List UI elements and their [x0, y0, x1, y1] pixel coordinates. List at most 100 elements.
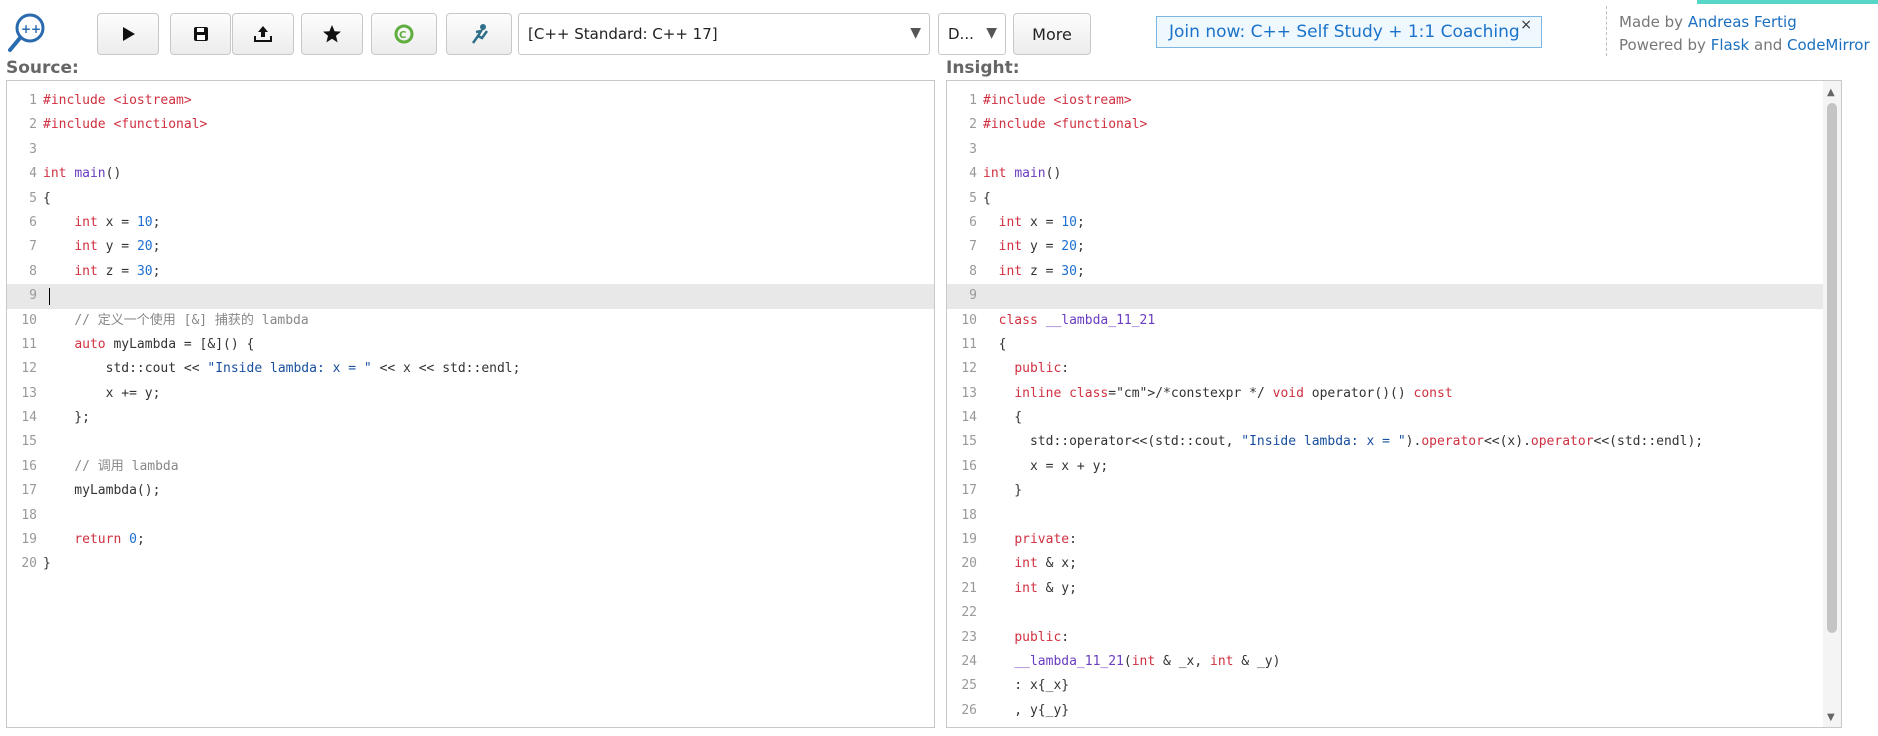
- insight-scrollbar[interactable]: ▲ ▼: [1823, 81, 1841, 727]
- insight-code[interactable]: 1 #include <iostream> 2 #include <functiona…: [947, 89, 1823, 723]
- line-number: 13: [961, 385, 977, 401]
- play-icon: [123, 27, 135, 41]
- code-line[interactable]: 17 }: [947, 479, 1823, 503]
- line-number: 4: [29, 166, 37, 182]
- line-number: 16: [961, 458, 977, 474]
- code-line[interactable]: 14 {: [947, 406, 1823, 430]
- insight-editor[interactable]: 1 #include <iostream> 2 #include <functiona…: [946, 80, 1842, 728]
- code-line[interactable]: 13 inline class="cm">/*constexpr */ void…: [947, 382, 1823, 406]
- code-line[interactable]: 16 x = x + y;: [947, 455, 1823, 479]
- code-line[interactable]: 11 {: [947, 333, 1823, 357]
- floppy-disk-icon: [193, 27, 208, 41]
- code-line[interactable]: 1 #include <iostream>: [7, 89, 934, 113]
- code-line[interactable]: 12 public:: [947, 357, 1823, 381]
- code-line[interactable]: 9: [947, 284, 1823, 309]
- author-link[interactable]: Andreas Fertig: [1688, 13, 1797, 31]
- code-line[interactable]: 7 int y = 20;: [947, 235, 1823, 259]
- code-line[interactable]: 10 class __lambda_11_21: [947, 309, 1823, 333]
- code-line[interactable]: 3: [947, 138, 1823, 162]
- code-line[interactable]: 18: [7, 504, 934, 528]
- scroll-down-arrow-icon[interactable]: ▼: [1827, 712, 1835, 723]
- favorite-button[interactable]: [301, 13, 363, 55]
- code-line[interactable]: 15 std::operator<<(std::cout, "Inside la…: [947, 430, 1823, 454]
- line-number: 4: [969, 166, 977, 182]
- line-number: 11: [21, 336, 37, 352]
- line-number: 10: [21, 312, 37, 328]
- line-number: 20: [21, 556, 37, 572]
- code-line[interactable]: 11 auto myLambda = [&]() {: [7, 333, 934, 357]
- line-number: 18: [961, 507, 977, 523]
- source-title: Source:: [6, 58, 79, 78]
- secondary-select[interactable]: D... ▼: [938, 13, 1006, 55]
- code-line[interactable]: 4 int main(): [7, 162, 934, 186]
- top-accent-bar: [1697, 0, 1878, 4]
- code-line[interactable]: 19 private:: [947, 528, 1823, 552]
- credits: Made by Andreas Fertig Powered by Flask …: [1619, 11, 1870, 57]
- powered-by-label: Powered by: [1619, 36, 1706, 54]
- line-number: 3: [969, 141, 977, 157]
- quick-bench-button[interactable]: [446, 13, 512, 55]
- line-number: 11: [961, 336, 977, 352]
- running-figure-icon: [471, 24, 489, 44]
- code-line[interactable]: 5{: [7, 187, 934, 211]
- cpp-standard-select[interactable]: [C++ Standard: C++ 17] ▼: [518, 13, 930, 55]
- save-button[interactable]: [170, 13, 231, 55]
- line-number: 8: [29, 263, 37, 279]
- code-line[interactable]: 26 , y{_y}: [947, 699, 1823, 723]
- code-line[interactable]: 22: [947, 601, 1823, 625]
- scroll-up-arrow-icon[interactable]: ▲: [1827, 87, 1835, 98]
- insight-title: Insight:: [946, 58, 1020, 78]
- code-line[interactable]: 10 // 定义一个使用 [&] 捕获的 lambda: [7, 309, 934, 333]
- line-number: 22: [961, 605, 977, 621]
- code-line[interactable]: 8 int z = 30;: [7, 260, 934, 284]
- run-button[interactable]: [97, 13, 159, 55]
- line-number: 15: [21, 434, 37, 450]
- scrollbar-thumb[interactable]: [1827, 103, 1837, 633]
- code-line[interactable]: 14 };: [7, 406, 934, 430]
- compiler-explorer-icon: C: [394, 24, 414, 44]
- promo-text[interactable]: Join now: C++ Self Study + 1:1 Coaching: [1169, 22, 1520, 42]
- line-number: 14: [21, 410, 37, 426]
- code-line[interactable]: 16 // 调用 lambda: [7, 455, 934, 479]
- flask-link[interactable]: Flask: [1711, 36, 1750, 54]
- codemirror-link[interactable]: CodeMirror: [1787, 36, 1870, 54]
- line-number: 10: [961, 312, 977, 328]
- code-line[interactable]: 1 #include <iostream>: [947, 89, 1823, 113]
- source-code[interactable]: 1 #include <iostream> 2 #include <functiona…: [7, 89, 934, 577]
- code-line[interactable]: 8 int z = 30;: [947, 260, 1823, 284]
- more-button[interactable]: More: [1013, 13, 1091, 55]
- source-editor[interactable]: 1 #include <iostream> 2 #include <functiona…: [6, 80, 935, 728]
- line-number: 1: [969, 93, 977, 108]
- line-number: 15: [961, 434, 977, 450]
- code-line[interactable]: 15: [7, 430, 934, 454]
- code-line[interactable]: 24 __lambda_11_21(int & _x, int & _y): [947, 650, 1823, 674]
- code-line[interactable]: 9: [7, 284, 934, 309]
- code-line[interactable]: 25 : x{_x}: [947, 674, 1823, 698]
- code-line[interactable]: 6 int x = 10;: [7, 211, 934, 235]
- code-line[interactable]: 2 #include <functional>: [947, 113, 1823, 137]
- promo-banner[interactable]: Join now: C++ Self Study + 1:1 Coaching …: [1156, 16, 1542, 48]
- code-line[interactable]: 19 return 0;: [7, 528, 934, 552]
- line-number: 6: [29, 214, 37, 230]
- code-line[interactable]: 13 x += y;: [7, 382, 934, 406]
- code-line[interactable]: 21 int & y;: [947, 577, 1823, 601]
- code-line[interactable]: 12 std::cout << "Inside lambda: x = " <<…: [7, 357, 934, 381]
- cpp-standard-value: [C++ Standard: C++ 17]: [528, 25, 718, 43]
- code-line[interactable]: 5{: [947, 187, 1823, 211]
- line-number: 14: [961, 410, 977, 426]
- compiler-explorer-button[interactable]: C: [371, 13, 437, 55]
- code-line[interactable]: 17 myLambda();: [7, 479, 934, 503]
- code-line[interactable]: 3: [7, 138, 934, 162]
- code-line[interactable]: 2 #include <functional>: [7, 113, 934, 137]
- code-line[interactable]: 18: [947, 504, 1823, 528]
- line-number: 3: [29, 141, 37, 157]
- code-line[interactable]: 20 int & x;: [947, 552, 1823, 576]
- close-icon[interactable]: ×: [1520, 17, 1532, 33]
- code-line[interactable]: 4 int main(): [947, 162, 1823, 186]
- star-icon: [323, 25, 341, 43]
- share-button[interactable]: [232, 13, 294, 55]
- code-line[interactable]: 6 int x = 10;: [947, 211, 1823, 235]
- code-line[interactable]: 7 int y = 20;: [7, 235, 934, 259]
- code-line[interactable]: 23 public:: [947, 626, 1823, 650]
- code-line[interactable]: 20}: [7, 552, 934, 576]
